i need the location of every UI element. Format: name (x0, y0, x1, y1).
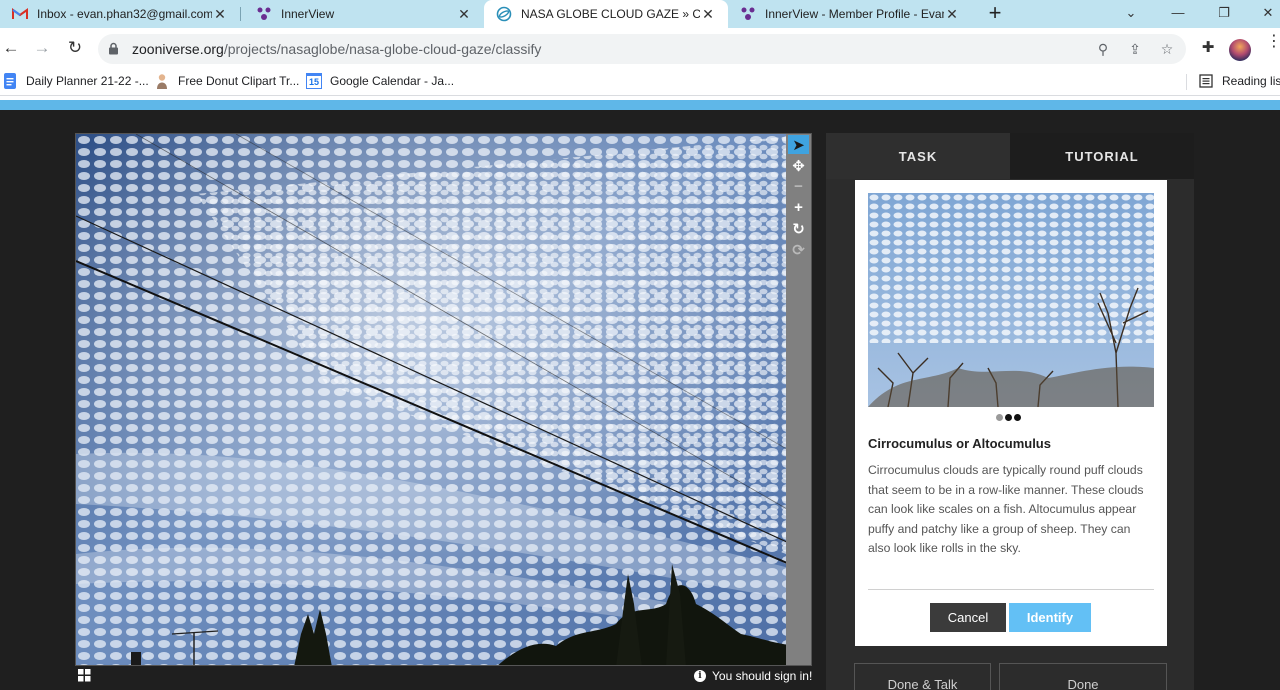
cancel-button[interactable]: Cancel (930, 603, 1006, 632)
zoom-out-icon[interactable]: − (788, 177, 809, 196)
person-icon (154, 73, 170, 89)
reading-list-label: Reading list (1222, 74, 1280, 88)
reload-icon[interactable]: ↻ (64, 37, 86, 59)
tab-title: InnerView - Member Profile - Evan P (765, 7, 944, 21)
example-cloud-image (868, 193, 1154, 407)
share-icon[interactable]: ⇪ (1126, 40, 1144, 58)
sky-photo (76, 134, 811, 665)
slide-dot[interactable] (1014, 414, 1021, 421)
close-icon[interactable]: ✕ (212, 6, 228, 23)
star-icon[interactable]: ☆ (1158, 40, 1176, 58)
signin-notice[interactable]: i You should sign in! (694, 669, 812, 683)
cloud-type-description: Cirrocumulus clouds are typically round … (868, 463, 1144, 555)
profile-avatar[interactable] (1229, 39, 1251, 61)
bookmark-label: Google Calendar - Ja... (330, 74, 455, 88)
tab-zooniverse[interactable]: NASA GLOBE CLOUD GAZE » Classif ✕ (484, 0, 728, 28)
info-icon: i (694, 670, 706, 682)
cloud-type-title: Cirrocumulus or Altocumulus (868, 436, 1051, 451)
done-and-talk-button[interactable]: Done & Talk (854, 663, 991, 690)
zoom-icon[interactable]: ⚲ (1094, 40, 1112, 58)
close-icon[interactable]: ✕ (944, 6, 960, 23)
zooniverse-icon (496, 6, 512, 22)
tab-title: Inbox - evan.phan32@gmail.com - G (37, 7, 212, 21)
menu-icon[interactable]: ⋮ (1266, 34, 1280, 50)
tab-separator (240, 7, 241, 21)
reading-list-icon (1198, 73, 1214, 89)
bookmark-google-calendar[interactable]: 15 Google Calendar - Ja... (306, 73, 454, 89)
address-bar[interactable]: zooniverse.org/projects/nasaglobe/nasa-g… (98, 34, 1186, 64)
pan-tool-icon[interactable]: ✥ (788, 156, 809, 175)
url-text: zooniverse.org/projects/nasaglobe/nasa-g… (132, 41, 542, 57)
maximize-icon[interactable]: ❐ (1214, 3, 1234, 23)
done-button[interactable]: Done (999, 663, 1167, 690)
calendar-icon: 15 (306, 73, 322, 89)
tab-task[interactable]: TASK (826, 133, 1010, 179)
tab-innerview[interactable]: InnerView ✕ (250, 0, 478, 28)
slide-dot[interactable] (1005, 414, 1012, 421)
minimize-icon[interactable]: — (1168, 3, 1188, 23)
bookmark-donut-clipart[interactable]: Free Donut Clipart Tr... (154, 73, 299, 89)
bookmark-separator (1186, 74, 1187, 90)
extensions-icon[interactable]: ✚ (1199, 39, 1217, 57)
tab-search-icon[interactable]: ⌄ (1121, 3, 1141, 23)
docs-icon (2, 73, 18, 89)
slide-dot[interactable] (996, 414, 1003, 421)
reset-icon[interactable]: ⟳ (788, 240, 809, 259)
zoom-in-icon[interactable]: + (788, 198, 809, 217)
back-icon[interactable]: ← (0, 37, 22, 59)
divider (868, 589, 1154, 590)
gmail-icon (12, 6, 28, 22)
close-icon[interactable]: ✕ (700, 6, 716, 23)
bookmark-daily-planner[interactable]: Daily Planner 21-22 -... (2, 73, 149, 89)
tab-gmail[interactable]: Inbox - evan.phan32@gmail.com - G ✕ (6, 0, 234, 28)
example-photo (868, 193, 1154, 407)
tab-title: InnerView (281, 7, 335, 21)
grid-icon[interactable] (78, 669, 91, 682)
tab-tutorial[interactable]: TUTORIAL (1010, 133, 1194, 179)
browser-toolbar: ← → ↻ zooniverse.org/projects/nasaglobe/… (0, 28, 1280, 68)
innerview-icon (740, 6, 756, 22)
tab-title: NASA GLOBE CLOUD GAZE » Classif (521, 7, 700, 21)
panel-tabs: TASK TUTORIAL (826, 133, 1194, 179)
slide-dots (996, 414, 1023, 421)
identify-button[interactable]: Identify (1009, 603, 1091, 632)
reading-list-button[interactable]: Reading list (1198, 73, 1280, 89)
bookmarks-bar: Daily Planner 21-22 -... Free Donut Clip… (0, 68, 1280, 96)
close-window-icon[interactable]: ✕ (1258, 3, 1278, 23)
site-header-accent (0, 100, 1280, 110)
rotate-icon[interactable]: ↻ (788, 219, 809, 238)
forward-icon[interactable]: → (31, 37, 53, 59)
lock-icon (109, 42, 118, 55)
tab-innerview-profile[interactable]: InnerView - Member Profile - Evan P ✕ (734, 0, 966, 28)
tab-strip: Inbox - evan.phan32@gmail.com - G ✕ Inne… (0, 0, 1280, 28)
innerview-icon (256, 6, 272, 22)
subject-image[interactable] (75, 133, 812, 666)
new-tab-button[interactable]: + (984, 2, 1006, 25)
bookmark-label: Daily Planner 21-22 -... (26, 74, 149, 88)
pointer-tool-icon[interactable]: ➤ (788, 135, 809, 154)
bookmark-label: Free Donut Clipart Tr... (178, 74, 300, 88)
signin-text: You should sign in! (712, 669, 813, 683)
close-icon[interactable]: ✕ (456, 6, 472, 23)
